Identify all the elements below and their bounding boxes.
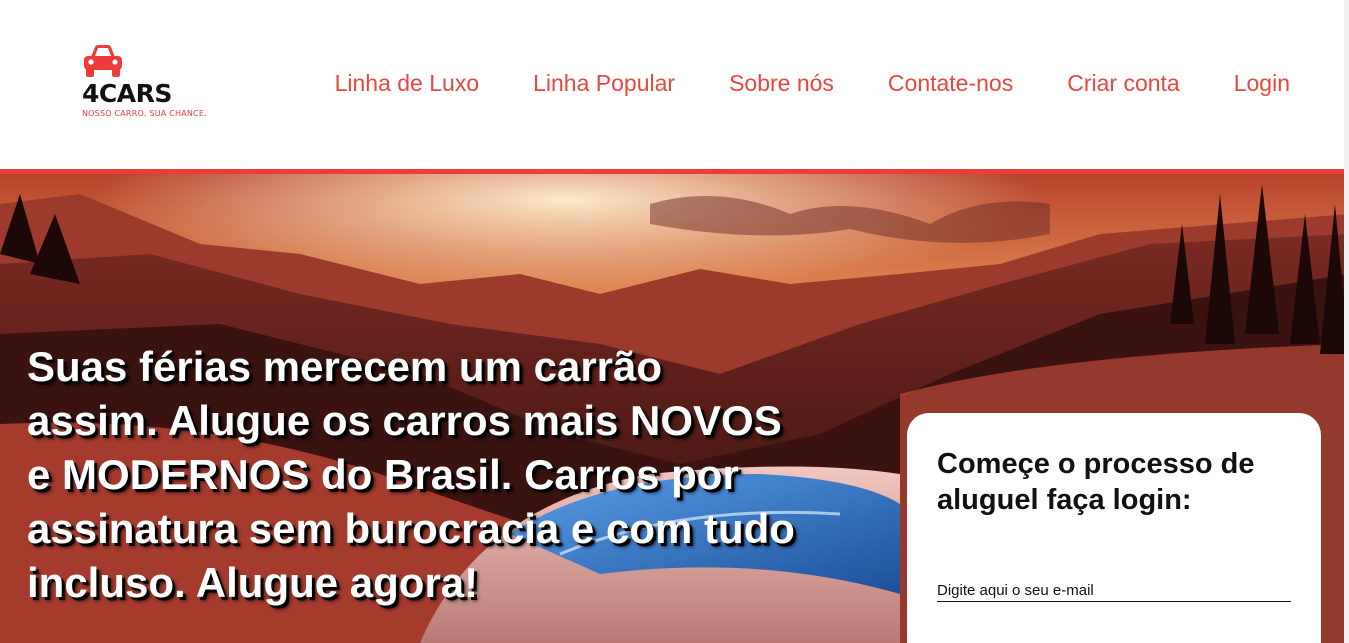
nav-link-contate-nos[interactable]: Contate-nos	[888, 70, 1013, 97]
login-card-title: Começe o processo de aluguel faça login:	[937, 448, 1255, 516]
car-icon	[84, 45, 122, 77]
email-input[interactable]	[937, 580, 1291, 602]
page: 4CARS NOSSO CARRO, SUA CHANCE. Linha de …	[0, 0, 1349, 643]
brand-logo[interactable]: 4CARS NOSSO CARRO, SUA CHANCE.	[82, 43, 242, 123]
brand-tagline: NOSSO CARRO, SUA CHANCE.	[82, 109, 207, 118]
nav-link-login[interactable]: Login	[1234, 70, 1290, 97]
site-header: 4CARS NOSSO CARRO, SUA CHANCE. Linha de …	[0, 0, 1349, 169]
brand-name: 4CARS	[82, 79, 172, 108]
page-scrollbar[interactable]	[1344, 0, 1349, 643]
login-card: Começe o processo de aluguel faça login:	[907, 413, 1321, 643]
nav-link-sobre-nos[interactable]: Sobre nós	[729, 70, 834, 97]
main-nav: Linha de Luxo Linha Popular Sobre nós Co…	[335, 70, 1290, 97]
hero-headline: Suas férias merecem um carrão assim. Alu…	[27, 343, 795, 606]
nav-link-linha-de-luxo[interactable]: Linha de Luxo	[335, 70, 480, 97]
nav-link-linha-popular[interactable]: Linha Popular	[533, 70, 675, 97]
nav-link-criar-conta[interactable]: Criar conta	[1067, 70, 1179, 97]
